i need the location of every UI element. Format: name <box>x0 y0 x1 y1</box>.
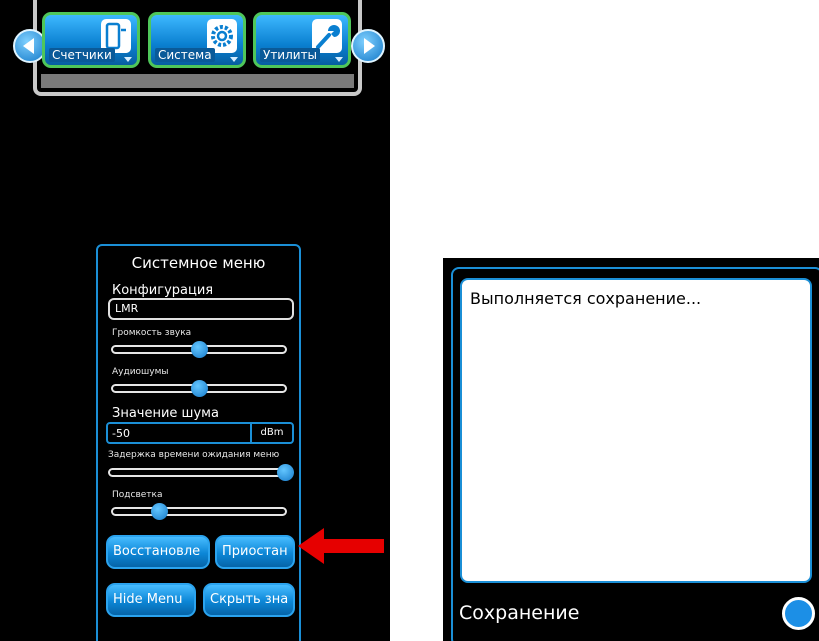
menu-timeout-slider-knob[interactable] <box>277 464 294 481</box>
saving-message: Выполняется сохранение... <box>470 289 702 308</box>
hide-menu-ru-button[interactable]: Скрыть зна <box>203 583 295 617</box>
system-menu-panel: Системное меню Конфигурация LMR Громкост… <box>96 244 301 641</box>
menu-timeout-slider[interactable] <box>108 464 294 481</box>
backlight-slider[interactable] <box>111 503 287 520</box>
busy-indicator-icon <box>782 597 815 630</box>
saving-message-box: Выполняется сохранение... <box>460 278 812 583</box>
tile-counters[interactable]: Счетчики <box>42 12 140 68</box>
saving-status-label: Сохранение <box>459 602 580 624</box>
annotation-arrow-icon <box>298 528 384 564</box>
volume-label: Громкость звука <box>112 328 192 338</box>
noise-value: -50 <box>112 427 130 440</box>
nav-next-button[interactable] <box>351 29 385 63</box>
audio-noise-label: Аудиошумы <box>112 367 169 377</box>
tile-counters-label: Счетчики <box>49 48 115 62</box>
chevron-down-icon <box>124 57 132 62</box>
config-label: Конфигурация <box>112 283 214 298</box>
system-menu-title: Системное меню <box>131 254 266 272</box>
arrow-right-icon <box>364 38 375 54</box>
toolbar-scroll-bar[interactable] <box>41 74 354 88</box>
arrow-left-icon <box>23 38 34 54</box>
saving-dialog: Выполняется сохранение... Сохранение <box>443 258 819 641</box>
menu-timeout-label: Задержка времени ожидания меню <box>108 450 280 460</box>
chevron-down-icon <box>335 57 343 62</box>
noise-value-label: Значение шума <box>112 406 219 421</box>
tile-system-label: Система <box>155 48 215 62</box>
tile-system[interactable]: Система <box>148 12 246 68</box>
volume-slider[interactable] <box>111 341 287 358</box>
restore-button[interactable]: Восстановле <box>106 535 210 569</box>
audio-noise-slider-knob[interactable] <box>190 380 208 397</box>
audio-noise-slider[interactable] <box>111 380 287 397</box>
volume-slider-knob[interactable] <box>190 341 208 358</box>
tile-utilities-label: Утилиты <box>260 48 321 62</box>
screenshot-canvas: Счетчики Система Утилиты Системное меню … <box>0 0 819 641</box>
pause-button[interactable]: Приостан <box>215 535 295 569</box>
chevron-down-icon <box>230 57 238 62</box>
hide-menu-button[interactable]: Hide Menu <box>106 583 196 617</box>
config-field[interactable]: LMR <box>108 298 294 320</box>
backlight-label: Подсветка <box>112 490 163 500</box>
noise-value-field[interactable]: -50 dBm <box>106 422 294 444</box>
tile-utilities[interactable]: Утилиты <box>253 12 351 68</box>
noise-unit: dBm <box>250 424 292 442</box>
backlight-slider-knob[interactable] <box>150 503 168 520</box>
